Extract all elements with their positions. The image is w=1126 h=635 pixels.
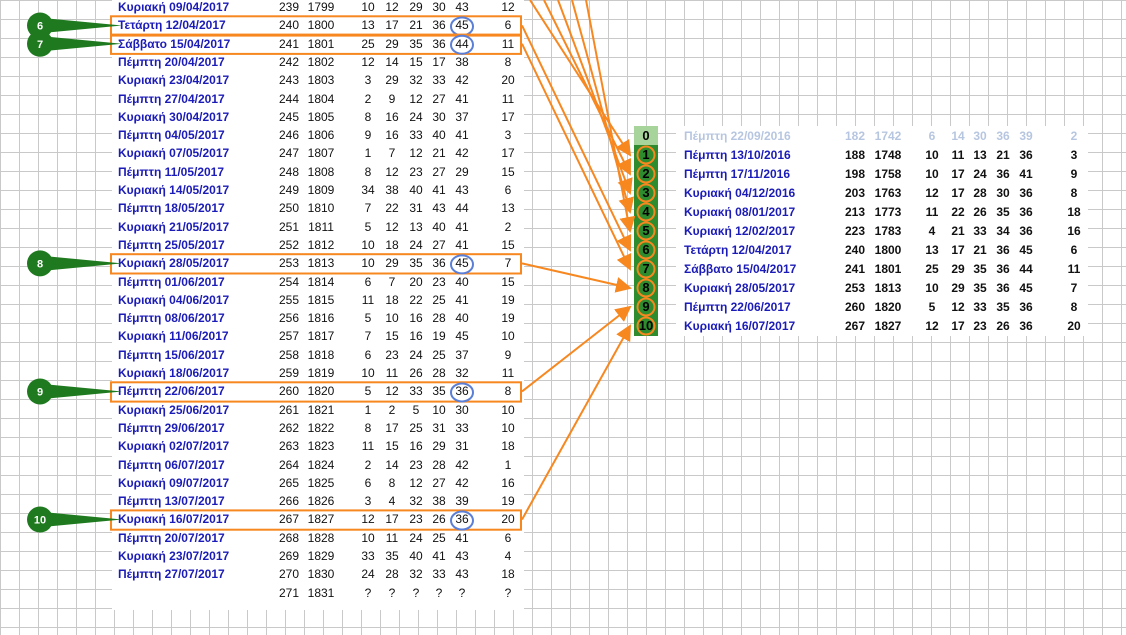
slot-circle: [636, 259, 656, 279]
number-circle: [450, 34, 474, 55]
callout-label: 9: [37, 386, 43, 398]
callout-label: 7: [37, 39, 43, 51]
slot-circle: [636, 202, 656, 222]
link-arrow: [521, 324, 631, 521]
slot-circle: [636, 164, 656, 184]
highlight-box: [110, 381, 522, 403]
slot-circle: [636, 278, 656, 298]
slot-circle: [636, 240, 656, 260]
annotation-overlay: 6 7 8 9 10: [27, 0, 656, 533]
link-arrow: [529, 0, 632, 157]
number-circle: [450, 16, 474, 37]
link-arrow: [521, 25, 632, 252]
slot-circle: [636, 183, 656, 203]
highlight-box: [110, 253, 522, 275]
callout-label: 10: [34, 515, 46, 527]
link-arrow: [543, 0, 631, 176]
link-arrow: [585, 0, 636, 233]
number-circle: [450, 382, 474, 403]
number-circle: [450, 510, 474, 531]
number-circle: [450, 254, 474, 275]
link-arrow: [521, 262, 632, 293]
callout-label: 8: [37, 258, 43, 270]
slot-circle: [636, 297, 656, 317]
callout-label: 6: [37, 20, 43, 32]
slot-circle: [636, 221, 656, 241]
highlight-box: [110, 33, 522, 55]
highlight-box: [110, 509, 522, 531]
highlight-box: [110, 15, 522, 37]
link-arrow: [557, 0, 633, 195]
slot-circle: [636, 145, 656, 165]
slot-circle: [636, 316, 656, 336]
link-arrow: [521, 305, 632, 393]
